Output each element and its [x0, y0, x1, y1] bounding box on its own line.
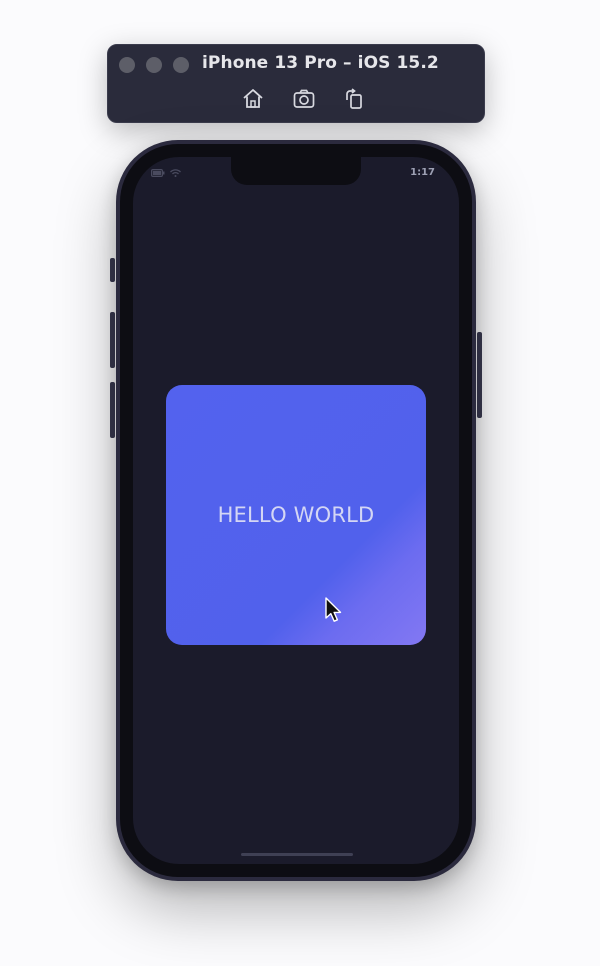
power-button: [477, 332, 482, 418]
mute-switch: [110, 258, 115, 282]
phone-screen: 1:17 HELLO WORLD: [133, 157, 459, 864]
hello-text: HELLO WORLD: [217, 503, 375, 527]
status-icons: [151, 169, 181, 177]
cursor-icon: [325, 597, 343, 623]
hello-card[interactable]: HELLO WORLD: [166, 385, 426, 645]
close-window-button[interactable]: [119, 57, 135, 73]
notch: [231, 157, 361, 185]
rotate-icon: [346, 88, 362, 109]
window-title: iPhone 13 Pro – iOS 15.2: [202, 53, 439, 73]
simulator-toolbar: iPhone 13 Pro – iOS 15.2: [107, 44, 485, 123]
camera-icon: [293, 89, 315, 108]
status-time: 1:17: [410, 167, 435, 178]
rotate-button[interactable]: [342, 87, 366, 111]
zoom-window-button[interactable]: [173, 57, 189, 73]
wifi-icon: [170, 169, 181, 177]
volume-down-button: [110, 382, 115, 438]
volume-up-button: [110, 312, 115, 368]
battery-icon: [151, 169, 165, 177]
home-indicator[interactable]: [241, 853, 353, 856]
home-icon: [243, 89, 263, 108]
simulator-stage: iPhone 13 Pro – iOS 15.2 1:17 HELLO WORL…: [0, 0, 600, 966]
minimize-window-button[interactable]: [146, 57, 162, 73]
screenshot-button[interactable]: [292, 87, 316, 111]
home-button[interactable]: [241, 87, 265, 111]
